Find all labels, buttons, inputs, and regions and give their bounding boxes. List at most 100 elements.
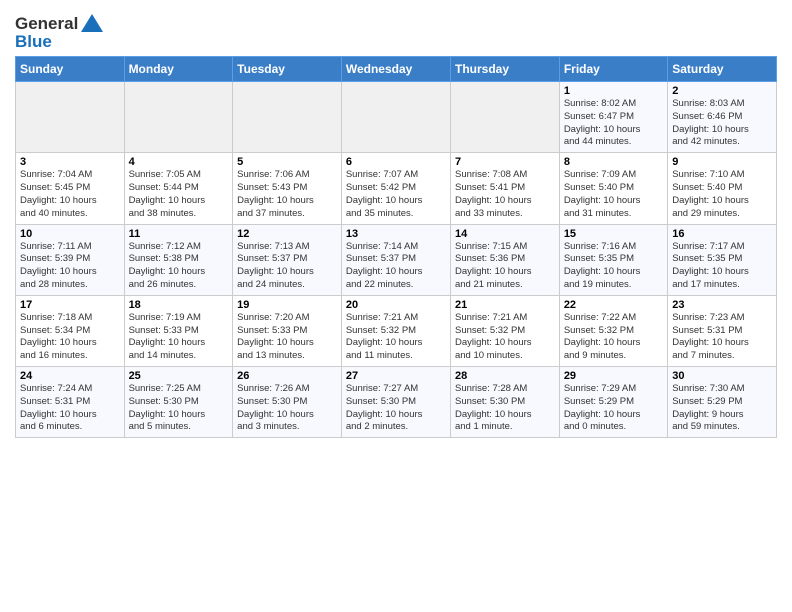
calendar-week-row: 17Sunrise: 7:18 AM Sunset: 5:34 PM Dayli… [16, 295, 777, 366]
day-info: Sunrise: 7:24 AM Sunset: 5:31 PM Dayligh… [20, 383, 120, 434]
weekday-header-monday: Monday [124, 57, 233, 82]
day-info: Sunrise: 7:13 AM Sunset: 5:37 PM Dayligh… [237, 241, 337, 292]
day-info: Sunrise: 7:27 AM Sunset: 5:30 PM Dayligh… [346, 383, 446, 434]
calendar-cell: 9Sunrise: 7:10 AM Sunset: 5:40 PM Daylig… [668, 153, 777, 224]
day-info: Sunrise: 7:21 AM Sunset: 5:32 PM Dayligh… [455, 312, 555, 363]
day-number: 9 [672, 156, 772, 168]
calendar-cell: 15Sunrise: 7:16 AM Sunset: 5:35 PM Dayli… [559, 224, 667, 295]
calendar-cell: 1Sunrise: 8:02 AM Sunset: 6:47 PM Daylig… [559, 82, 667, 153]
calendar-cell [341, 82, 450, 153]
day-number: 13 [346, 228, 446, 240]
calendar-cell: 6Sunrise: 7:07 AM Sunset: 5:42 PM Daylig… [341, 153, 450, 224]
calendar-cell [16, 82, 125, 153]
logo-general-text: General [15, 14, 78, 34]
calendar-cell: 3Sunrise: 7:04 AM Sunset: 5:45 PM Daylig… [16, 153, 125, 224]
calendar-cell [233, 82, 342, 153]
weekday-header-friday: Friday [559, 57, 667, 82]
calendar-cell: 13Sunrise: 7:14 AM Sunset: 5:37 PM Dayli… [341, 224, 450, 295]
day-info: Sunrise: 7:18 AM Sunset: 5:34 PM Dayligh… [20, 312, 120, 363]
day-info: Sunrise: 7:06 AM Sunset: 5:43 PM Dayligh… [237, 169, 337, 220]
day-number: 15 [564, 228, 663, 240]
calendar-cell: 20Sunrise: 7:21 AM Sunset: 5:32 PM Dayli… [341, 295, 450, 366]
day-number: 4 [129, 156, 229, 168]
day-info: Sunrise: 7:08 AM Sunset: 5:41 PM Dayligh… [455, 169, 555, 220]
calendar-table: SundayMondayTuesdayWednesdayThursdayFrid… [15, 56, 777, 438]
day-info: Sunrise: 7:26 AM Sunset: 5:30 PM Dayligh… [237, 383, 337, 434]
day-info: Sunrise: 7:05 AM Sunset: 5:44 PM Dayligh… [129, 169, 229, 220]
calendar-cell: 22Sunrise: 7:22 AM Sunset: 5:32 PM Dayli… [559, 295, 667, 366]
weekday-header-thursday: Thursday [450, 57, 559, 82]
day-number: 10 [20, 228, 120, 240]
day-info: Sunrise: 8:02 AM Sunset: 6:47 PM Dayligh… [564, 98, 663, 149]
day-info: Sunrise: 7:11 AM Sunset: 5:39 PM Dayligh… [20, 241, 120, 292]
day-number: 14 [455, 228, 555, 240]
day-number: 25 [129, 370, 229, 382]
day-info: Sunrise: 7:10 AM Sunset: 5:40 PM Dayligh… [672, 169, 772, 220]
calendar-cell: 24Sunrise: 7:24 AM Sunset: 5:31 PM Dayli… [16, 367, 125, 438]
calendar-cell: 7Sunrise: 7:08 AM Sunset: 5:41 PM Daylig… [450, 153, 559, 224]
day-info: Sunrise: 7:20 AM Sunset: 5:33 PM Dayligh… [237, 312, 337, 363]
day-info: Sunrise: 7:16 AM Sunset: 5:35 PM Dayligh… [564, 241, 663, 292]
calendar-cell: 12Sunrise: 7:13 AM Sunset: 5:37 PM Dayli… [233, 224, 342, 295]
day-number: 2 [672, 85, 772, 97]
day-number: 5 [237, 156, 337, 168]
day-number: 19 [237, 299, 337, 311]
day-number: 8 [564, 156, 663, 168]
day-number: 7 [455, 156, 555, 168]
calendar-cell: 8Sunrise: 7:09 AM Sunset: 5:40 PM Daylig… [559, 153, 667, 224]
day-info: Sunrise: 7:04 AM Sunset: 5:45 PM Dayligh… [20, 169, 120, 220]
calendar-cell: 11Sunrise: 7:12 AM Sunset: 5:38 PM Dayli… [124, 224, 233, 295]
day-number: 30 [672, 370, 772, 382]
calendar-cell: 2Sunrise: 8:03 AM Sunset: 6:46 PM Daylig… [668, 82, 777, 153]
calendar-cell: 21Sunrise: 7:21 AM Sunset: 5:32 PM Dayli… [450, 295, 559, 366]
day-number: 17 [20, 299, 120, 311]
day-number: 18 [129, 299, 229, 311]
calendar-cell: 26Sunrise: 7:26 AM Sunset: 5:30 PM Dayli… [233, 367, 342, 438]
day-number: 27 [346, 370, 446, 382]
day-info: Sunrise: 7:28 AM Sunset: 5:30 PM Dayligh… [455, 383, 555, 434]
calendar-cell: 4Sunrise: 7:05 AM Sunset: 5:44 PM Daylig… [124, 153, 233, 224]
day-number: 21 [455, 299, 555, 311]
weekday-header-saturday: Saturday [668, 57, 777, 82]
day-number: 23 [672, 299, 772, 311]
day-number: 24 [20, 370, 120, 382]
calendar-cell: 30Sunrise: 7:30 AM Sunset: 5:29 PM Dayli… [668, 367, 777, 438]
day-number: 20 [346, 299, 446, 311]
day-info: Sunrise: 8:03 AM Sunset: 6:46 PM Dayligh… [672, 98, 772, 149]
day-info: Sunrise: 7:23 AM Sunset: 5:31 PM Dayligh… [672, 312, 772, 363]
calendar-cell: 10Sunrise: 7:11 AM Sunset: 5:39 PM Dayli… [16, 224, 125, 295]
calendar-cell: 28Sunrise: 7:28 AM Sunset: 5:30 PM Dayli… [450, 367, 559, 438]
calendar-cell [124, 82, 233, 153]
day-number: 6 [346, 156, 446, 168]
logo-blue-text: Blue [15, 32, 52, 52]
weekday-header-wednesday: Wednesday [341, 57, 450, 82]
calendar-week-row: 10Sunrise: 7:11 AM Sunset: 5:39 PM Dayli… [16, 224, 777, 295]
day-info: Sunrise: 7:15 AM Sunset: 5:36 PM Dayligh… [455, 241, 555, 292]
day-number: 12 [237, 228, 337, 240]
calendar-week-row: 1Sunrise: 8:02 AM Sunset: 6:47 PM Daylig… [16, 82, 777, 153]
calendar-cell [450, 82, 559, 153]
calendar-week-row: 24Sunrise: 7:24 AM Sunset: 5:31 PM Dayli… [16, 367, 777, 438]
calendar-cell: 23Sunrise: 7:23 AM Sunset: 5:31 PM Dayli… [668, 295, 777, 366]
day-info: Sunrise: 7:29 AM Sunset: 5:29 PM Dayligh… [564, 383, 663, 434]
day-number: 1 [564, 85, 663, 97]
day-info: Sunrise: 7:07 AM Sunset: 5:42 PM Dayligh… [346, 169, 446, 220]
day-number: 11 [129, 228, 229, 240]
weekday-header-tuesday: Tuesday [233, 57, 342, 82]
calendar-week-row: 3Sunrise: 7:04 AM Sunset: 5:45 PM Daylig… [16, 153, 777, 224]
header: General Blue [15, 10, 777, 52]
weekday-header-row: SundayMondayTuesdayWednesdayThursdayFrid… [16, 57, 777, 82]
calendar-cell: 5Sunrise: 7:06 AM Sunset: 5:43 PM Daylig… [233, 153, 342, 224]
day-info: Sunrise: 7:14 AM Sunset: 5:37 PM Dayligh… [346, 241, 446, 292]
weekday-header-sunday: Sunday [16, 57, 125, 82]
day-info: Sunrise: 7:09 AM Sunset: 5:40 PM Dayligh… [564, 169, 663, 220]
day-info: Sunrise: 7:19 AM Sunset: 5:33 PM Dayligh… [129, 312, 229, 363]
calendar-cell: 14Sunrise: 7:15 AM Sunset: 5:36 PM Dayli… [450, 224, 559, 295]
calendar-cell: 19Sunrise: 7:20 AM Sunset: 5:33 PM Dayli… [233, 295, 342, 366]
day-number: 28 [455, 370, 555, 382]
calendar-cell: 16Sunrise: 7:17 AM Sunset: 5:35 PM Dayli… [668, 224, 777, 295]
day-info: Sunrise: 7:25 AM Sunset: 5:30 PM Dayligh… [129, 383, 229, 434]
calendar-cell: 29Sunrise: 7:29 AM Sunset: 5:29 PM Dayli… [559, 367, 667, 438]
day-info: Sunrise: 7:17 AM Sunset: 5:35 PM Dayligh… [672, 241, 772, 292]
logo-bird-icon [81, 14, 103, 32]
